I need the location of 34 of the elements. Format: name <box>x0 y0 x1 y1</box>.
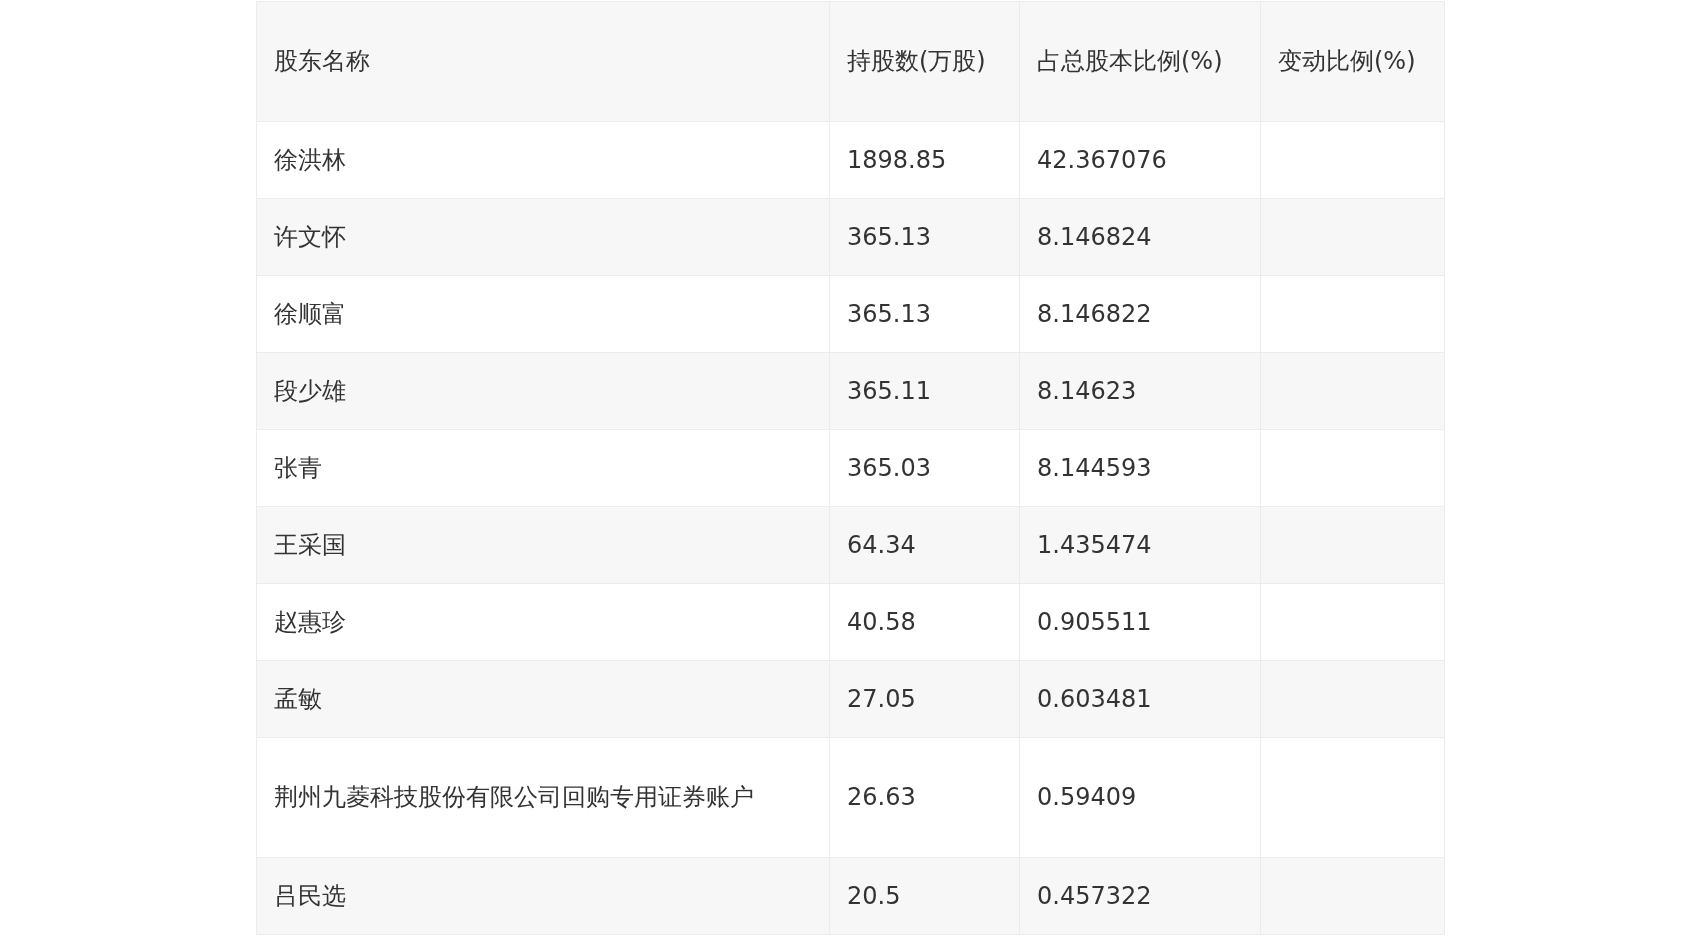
column-header: 股东名称 <box>256 1 830 122</box>
table-cell: 王采国 <box>256 506 830 584</box>
column-header: 持股数(万股) <box>829 1 1020 122</box>
column-header: 变动比例(%) <box>1260 1 1445 122</box>
table-cell: 365.13 <box>829 275 1020 353</box>
table-cell: 8.146822 <box>1019 275 1261 353</box>
column-header: 占总股本比例(%) <box>1019 1 1261 122</box>
table-cell: 26.63 <box>829 737 1020 858</box>
table-cell: 吕民选 <box>256 857 830 935</box>
table-cell: 徐洪林 <box>256 121 830 199</box>
table-cell: 20.5 <box>829 857 1020 935</box>
table-cell: 40.58 <box>829 583 1020 661</box>
table-cell: 42.367076 <box>1019 121 1261 199</box>
table-cell: 张青 <box>256 429 830 507</box>
table-cell: 8.146824 <box>1019 198 1261 276</box>
table-cell: 1898.85 <box>829 121 1020 199</box>
table-cell: 许文怀 <box>256 198 830 276</box>
table-cell: 365.11 <box>829 352 1020 430</box>
table-cell: 赵惠珍 <box>256 583 830 661</box>
table-cell: 徐顺富 <box>256 275 830 353</box>
table-cell: 8.144593 <box>1019 429 1261 507</box>
table-cell: 孟敏 <box>256 660 830 738</box>
table-cell: 365.13 <box>829 198 1020 276</box>
table-cell: 0.457322 <box>1019 857 1261 935</box>
table-cell: 0.59409 <box>1019 737 1261 858</box>
table-cell: 荆州九菱科技股份有限公司回购专用证券账户 <box>256 737 830 858</box>
table-cell: 1.435474 <box>1019 506 1261 584</box>
table-cell: 27.05 <box>829 660 1020 738</box>
table-cell: 段少雄 <box>256 352 830 430</box>
table-cell: 0.603481 <box>1019 660 1261 738</box>
table-cell: 0.905511 <box>1019 583 1261 661</box>
table-cell: 365.03 <box>829 429 1020 507</box>
table-cell: 8.14623 <box>1019 352 1261 430</box>
table-cell: 64.34 <box>829 506 1020 584</box>
